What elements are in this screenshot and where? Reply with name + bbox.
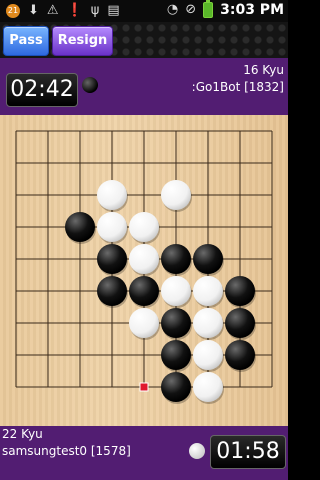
black-stone [97,276,127,306]
black-stone [225,276,255,306]
white-stone [129,212,159,242]
battery-icon [203,0,214,18]
opponent-clock: 02:42 [6,73,78,107]
white-stone [97,180,127,210]
player-rank: 22 Kyu [2,427,43,441]
white-stone [161,180,191,210]
last-move-marker [139,382,149,392]
opponent-info: 16 Kyu :Go1Bot [1832] [192,62,284,96]
board-grid[interactable] [0,115,288,426]
warning-icon: ⚠ [46,3,59,18]
black-stone [161,372,191,402]
white-stone [129,308,159,338]
resign-button[interactable]: Resign [52,26,113,56]
white-stone [193,372,223,402]
status-time: 3:03 PM [220,2,284,18]
white-stone [97,212,127,242]
player-panel: 22 Kyu samsungtest0 [1578] 01:58 [0,426,288,480]
player-name: samsungtest0 [1578] [2,444,131,458]
notification-badge-icon: 21 [6,4,20,18]
white-stone [193,276,223,306]
alert-icon: ❗ [66,3,83,18]
opponent-panel: 02:42 16 Kyu :Go1Bot [1832] [0,58,288,115]
black-stone [225,340,255,370]
black-stone [97,244,127,274]
player-info: 22 Kyu samsungtest0 [1578] [2,426,131,460]
black-stone [161,340,191,370]
white-stone [193,308,223,338]
black-stone [65,212,95,242]
usb-icon: ψ [90,3,100,18]
no-sound-icon: ⊘ [185,2,197,17]
white-stone [161,276,191,306]
white-stone [193,340,223,370]
status-bar: 21 ⬇ ⚠ ❗ ψ ▤ ◔ ⊘ 3:03 PM [0,0,288,22]
white-stone-icon [189,443,205,459]
download-icon: ⬇ [28,3,39,18]
opponent-rank: 16 Kyu [243,63,284,77]
black-stone [225,308,255,338]
sim-icon: ▤ [107,3,120,18]
black-stone [161,308,191,338]
game-toolbar: Pass Resign [0,22,288,58]
black-stone [193,244,223,274]
player-clock: 01:58 [210,435,286,469]
go-board[interactable] [0,115,288,426]
wifi-icon: ◔ [166,2,179,17]
pass-button[interactable]: Pass [3,26,49,56]
black-stone-icon [82,77,98,93]
black-stone [129,276,159,306]
white-stone [129,244,159,274]
opponent-name: :Go1Bot [1832] [191,80,284,94]
black-stone [161,244,191,274]
